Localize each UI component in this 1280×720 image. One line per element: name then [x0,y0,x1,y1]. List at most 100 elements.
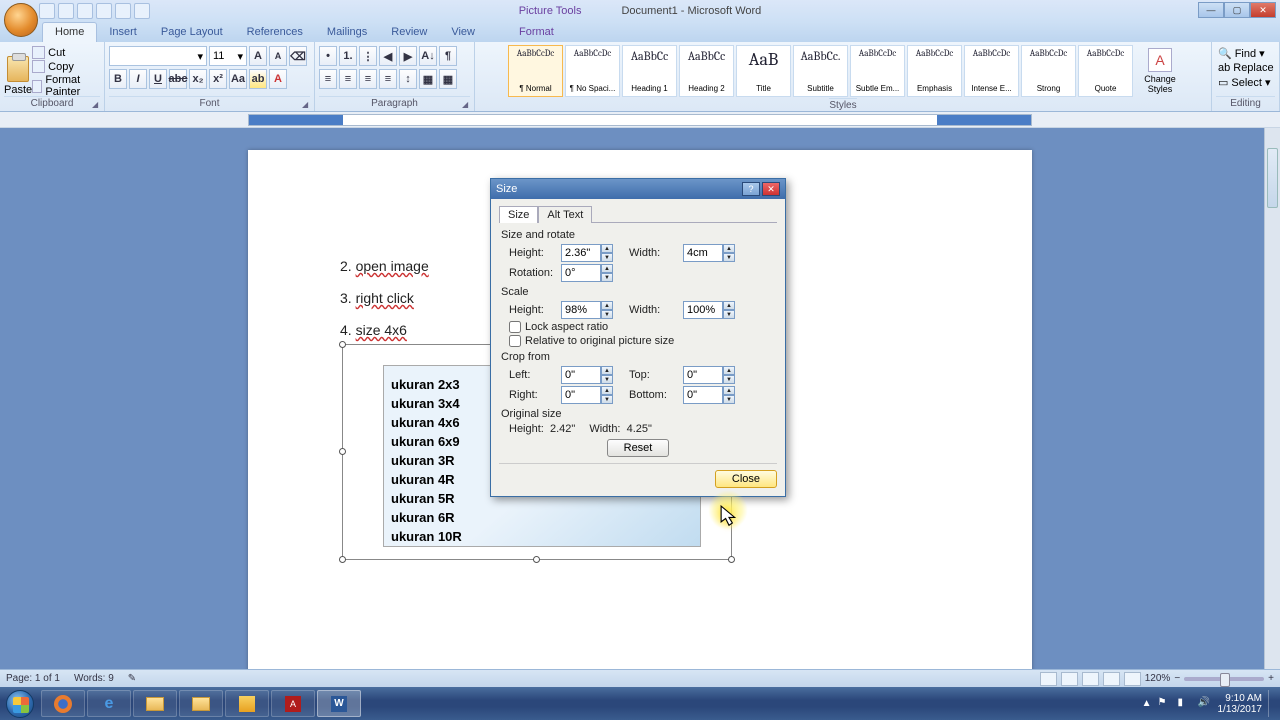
style-item[interactable]: AaBbCcDc¶ No Spaci... [565,45,620,97]
lock-aspect-checkbox[interactable] [509,321,521,333]
cut-button[interactable]: Cut [32,46,100,59]
zoom-out-button[interactable]: − [1174,673,1180,684]
style-item[interactable]: AaBbCcHeading 1 [622,45,677,97]
align-right-button[interactable]: ≡ [359,69,377,89]
close-button[interactable]: ✕ [1250,2,1276,18]
width-spinner[interactable]: ▲▼ [683,244,735,262]
dialog-close-button[interactable]: ✕ [762,182,780,196]
scroll-thumb[interactable] [1267,148,1278,208]
tab-page-layout[interactable]: Page Layout [149,23,235,42]
dialog-launcher-icon[interactable]: ◢ [302,100,312,110]
help-button[interactable]: ? [742,182,760,196]
zoom-slider[interactable] [1184,677,1264,681]
office-button[interactable] [4,3,38,37]
tab-mailings[interactable]: Mailings [315,23,379,42]
font-name-combo[interactable]: ▾ [109,46,207,66]
tab-format[interactable]: Format [507,23,566,42]
find-button[interactable]: 🔍Find ▾ [1216,46,1275,61]
relative-checkbox[interactable] [509,335,521,347]
style-item[interactable]: AaBbCcDcIntense E... [964,45,1019,97]
replace-button[interactable]: abReplace [1216,61,1275,75]
superscript-button[interactable]: x² [209,69,227,89]
tab-view[interactable]: View [439,23,487,42]
scale-height-spinner[interactable]: ▲▼ [561,301,613,319]
bold-button[interactable]: B [109,69,127,89]
draft-view-button[interactable] [1124,672,1141,686]
subscript-button[interactable]: x₂ [189,69,207,89]
start-button[interactable] [0,687,40,720]
action-center-icon[interactable]: ⚑ [1158,697,1172,711]
style-item[interactable]: AaBbCcDcEmphasis [907,45,962,97]
underline-button[interactable]: U [149,69,167,89]
rotation-spinner[interactable]: ▲▼ [561,264,613,282]
dialog-launcher-icon[interactable]: ◢ [92,100,102,110]
style-item[interactable]: AaBbCcHeading 2 [679,45,734,97]
undo-icon[interactable] [58,3,74,19]
italic-button[interactable]: I [129,69,147,89]
dialog-titlebar[interactable]: Size ? ✕ [491,179,785,199]
show-desktop-button[interactable] [1268,690,1276,717]
font-color-button[interactable]: A [269,69,287,89]
web-layout-view-button[interactable] [1082,672,1099,686]
clear-format-button[interactable]: ⌫ [289,46,307,66]
taskbar-firefox[interactable] [41,690,85,717]
align-left-button[interactable]: ≡ [319,69,337,89]
style-item[interactable]: AaBTitle [736,45,791,97]
show-marks-button[interactable]: ¶ [439,46,457,66]
justify-button[interactable]: ≡ [379,69,397,89]
volume-icon[interactable]: 🔊 [1198,697,1212,711]
print-layout-view-button[interactable] [1040,672,1057,686]
qat-icon[interactable] [115,3,131,19]
strike-button[interactable]: abc [169,69,187,89]
taskbar-word[interactable]: W [317,690,361,717]
style-gallery[interactable]: AaBbCcDc¶ NormalAaBbCcDc¶ No Spaci...AaB… [505,42,1136,100]
full-screen-view-button[interactable] [1061,672,1078,686]
horizontal-ruler[interactable] [248,114,1032,126]
align-center-button[interactable]: ≡ [339,69,357,89]
word-count[interactable]: Words: 9 [74,673,114,684]
redo-icon[interactable] [77,3,93,19]
numbering-button[interactable]: 1. [339,46,357,66]
dialog-launcher-icon[interactable]: ◢ [462,100,472,110]
shrink-font-button[interactable]: A [269,46,287,66]
change-case-button[interactable]: Aa [229,69,247,89]
style-item[interactable]: AaBbCcDcSubtle Em... [850,45,905,97]
tab-review[interactable]: Review [379,23,439,42]
font-size-combo[interactable]: 11▾ [209,46,247,66]
style-item[interactable]: AaBbCcDc¶ Normal [508,45,563,97]
crop-top-spinner[interactable]: ▲▼ [683,366,735,384]
grow-font-button[interactable]: A [249,46,267,66]
change-styles-button[interactable]: A Change Styles [1139,45,1181,97]
qat-icon[interactable] [96,3,112,19]
network-icon[interactable]: ▮ [1178,697,1192,711]
height-spinner[interactable]: ▲▼ [561,244,613,262]
tab-alt-text[interactable]: Alt Text [538,206,592,223]
proofing-icon[interactable]: ✎ [128,673,136,684]
multilevel-button[interactable]: ⋮ [359,46,377,66]
style-item[interactable]: AaBbCcDcStrong [1021,45,1076,97]
copy-button[interactable]: Copy [32,60,100,73]
tab-size[interactable]: Size [499,206,538,223]
format-painter-button[interactable]: Format Painter [32,74,100,98]
qat-more-icon[interactable] [134,3,150,19]
taskbar-explorer[interactable] [133,690,177,717]
taskbar-ie[interactable]: e [87,690,131,717]
increase-indent-button[interactable]: ▶ [399,46,417,66]
tab-home[interactable]: Home [42,22,97,42]
tab-references[interactable]: References [235,23,315,42]
taskbar-explorer2[interactable] [179,690,223,717]
taskbar-acrobat[interactable]: A [271,690,315,717]
maximize-button[interactable]: ▢ [1224,2,1250,18]
page-status[interactable]: Page: 1 of 1 [6,673,60,684]
minimize-button[interactable]: — [1198,2,1224,18]
zoom-level[interactable]: 120% [1145,673,1171,684]
scale-width-spinner[interactable]: ▲▼ [683,301,735,319]
style-item[interactable]: AaBbCc.Subtitle [793,45,848,97]
highlight-button[interactable]: ab [249,69,267,89]
crop-bottom-spinner[interactable]: ▲▼ [683,386,735,404]
shading-button[interactable]: ▦ [419,69,437,89]
bullets-button[interactable]: • [319,46,337,66]
sort-button[interactable]: A↓ [419,46,437,66]
tray-expand-icon[interactable]: ▲ [1142,698,1152,709]
clock[interactable]: 9:10 AM 1/13/2017 [1218,693,1263,715]
